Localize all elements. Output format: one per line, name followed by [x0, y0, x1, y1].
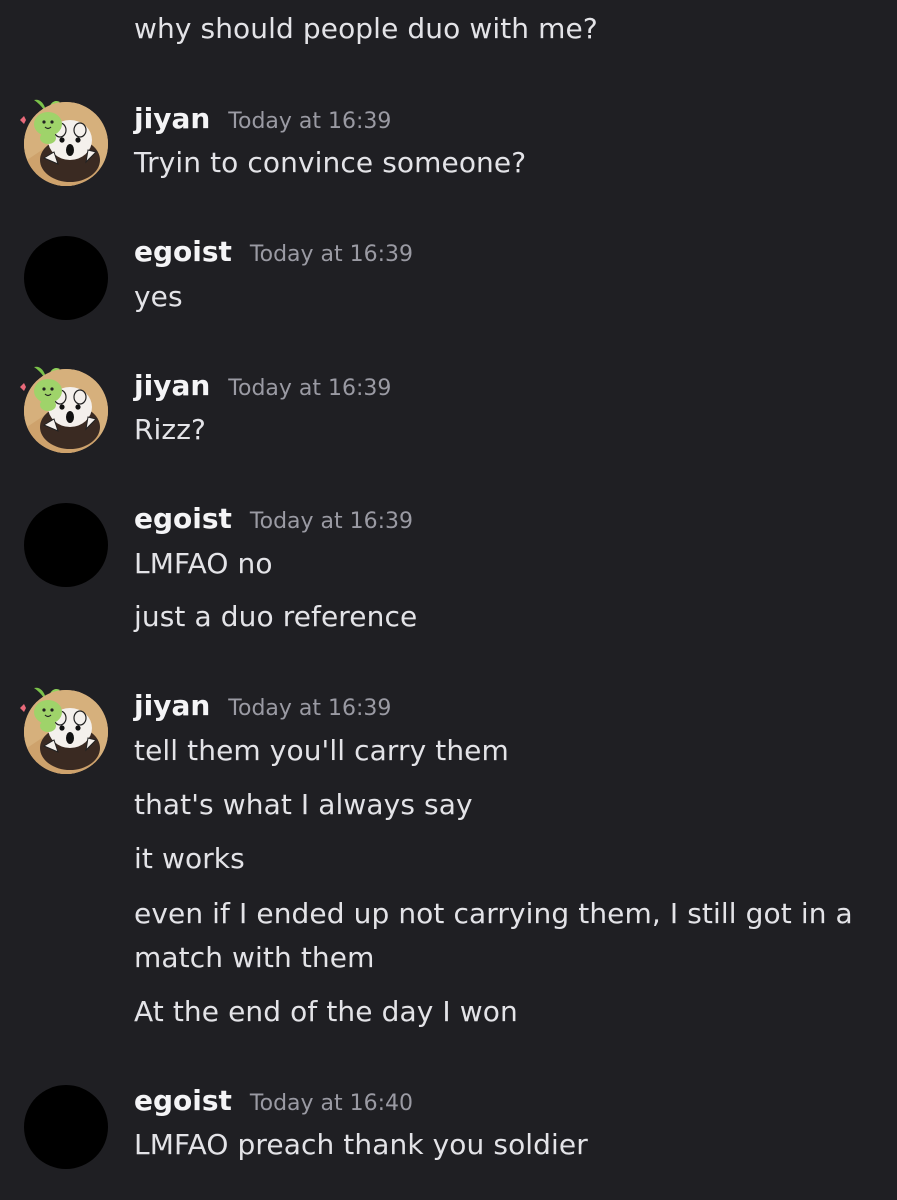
avatar[interactable]: [24, 690, 108, 774]
username[interactable]: jiyan: [134, 686, 210, 726]
timestamp: Today at 16:39: [228, 376, 392, 401]
cat-avatar-icon: [24, 102, 108, 186]
username[interactable]: egoist: [134, 1081, 232, 1121]
message-header: jiyan Today at 16:39: [134, 686, 391, 726]
avatar[interactable]: [24, 102, 108, 186]
username[interactable]: egoist: [134, 232, 232, 272]
message-header: jiyan Today at 16:39: [134, 99, 391, 139]
message-text: yes: [134, 280, 183, 313]
message-text: that's what I always say: [134, 788, 473, 821]
message-text: At the end of the day I won: [134, 995, 518, 1028]
cat-avatar-icon: [24, 369, 108, 453]
message-header: jiyan Today at 16:39: [134, 366, 391, 406]
chat-message-list: why should people duo with me? jiyan Tod…: [0, 0, 897, 1200]
message-text: why should people duo with me?: [134, 12, 598, 45]
timestamp: Today at 16:39: [249, 242, 414, 267]
message-text: it works: [134, 842, 245, 875]
message-text: LMFAO preach thank you soldier: [134, 1128, 588, 1161]
message-text: tell them you'll carry them: [134, 734, 509, 767]
message-header: egoist Today at 16:40: [134, 1081, 413, 1121]
message-text: LMFAO no: [134, 547, 273, 580]
avatar[interactable]: [24, 1085, 108, 1169]
timestamp: Today at 16:39: [228, 696, 392, 721]
timestamp: Today at 16:40: [249, 1091, 414, 1116]
message-text: just a duo reference: [134, 600, 418, 633]
message-text: Tryin to convince someone?: [134, 146, 527, 179]
timestamp: Today at 16:39: [228, 109, 392, 134]
username[interactable]: egoist: [134, 499, 232, 539]
avatar[interactable]: [24, 236, 108, 320]
timestamp: Today at 16:39: [249, 509, 414, 534]
avatar[interactable]: [24, 503, 108, 587]
username[interactable]: jiyan: [134, 99, 210, 139]
cat-avatar-icon: [24, 690, 108, 774]
message-header: egoist Today at 16:39: [134, 232, 413, 272]
avatar[interactable]: [24, 369, 108, 453]
message-text: Rizz?: [134, 413, 206, 446]
message-text: even if I ended up not carrying them, I …: [134, 897, 853, 974]
message-header: egoist Today at 16:39: [134, 499, 413, 539]
username[interactable]: jiyan: [134, 366, 210, 406]
